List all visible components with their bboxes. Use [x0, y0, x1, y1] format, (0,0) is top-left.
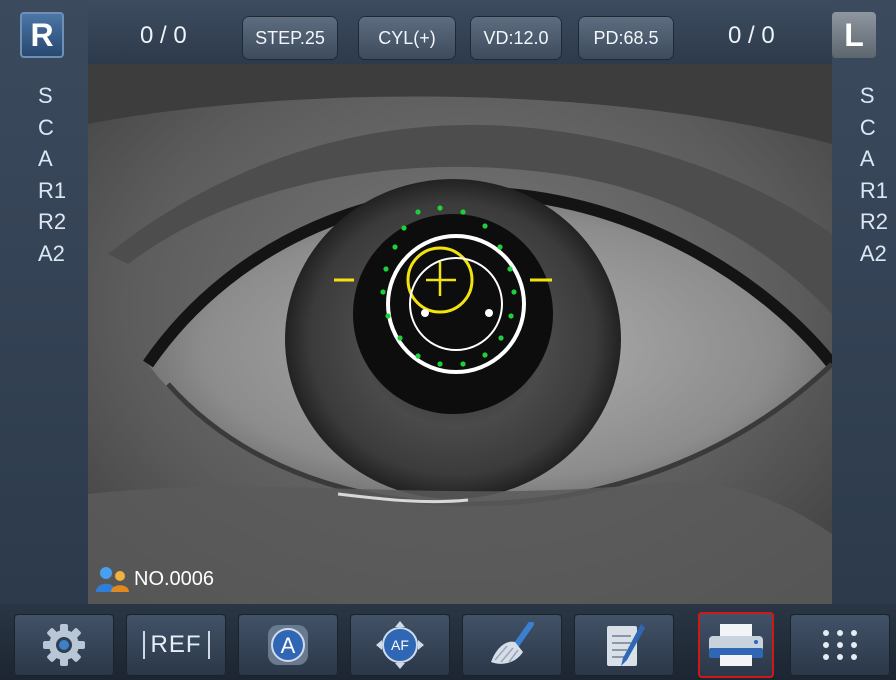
- printer-icon: [709, 624, 763, 666]
- left-eye-button[interactable]: L: [832, 12, 876, 58]
- auto-icon-letter: A: [281, 633, 296, 658]
- top-status-bar: 0 / 0 STEP.25 CYL(+) VD:12.0 PD:68.5 0 /…: [88, 0, 832, 64]
- settings-button[interactable]: [14, 614, 114, 676]
- gear-icon: [43, 624, 85, 666]
- param-r1: R1: [38, 177, 67, 203]
- param-r1: R1: [859, 177, 888, 203]
- menu-button[interactable]: [790, 614, 890, 676]
- param-c: C: [38, 114, 54, 140]
- param-a2: A2: [859, 240, 887, 266]
- cyl-button[interactable]: CYL(+): [358, 16, 456, 60]
- param-c: C: [859, 114, 876, 140]
- pd-button[interactable]: PD:68.5: [578, 16, 674, 60]
- step-button[interactable]: STEP.25: [242, 16, 338, 60]
- grid-dots-icon: [823, 630, 857, 660]
- af-button[interactable]: AF: [350, 614, 450, 676]
- notepad-icon: [607, 624, 645, 666]
- brush-icon: [491, 622, 534, 664]
- vd-button[interactable]: VD:12.0: [470, 16, 562, 60]
- eye-camera-view[interactable]: NO.0006: [88, 64, 832, 604]
- auto-icon: A: [268, 625, 308, 665]
- print-button[interactable]: [698, 612, 774, 678]
- right-eye-button[interactable]: R: [20, 12, 64, 58]
- right-measure-count: 0 / 0: [140, 22, 187, 49]
- clear-button[interactable]: [462, 614, 562, 676]
- left-measure-count: 0 / 0: [728, 22, 775, 49]
- ref-button[interactable]: REF: [126, 614, 226, 676]
- right-eye-param-list: S C A R1 R2 A2: [38, 80, 66, 269]
- param-r2: R2: [38, 209, 67, 234]
- patient-id: NO.0006: [96, 566, 214, 592]
- autofocus-icon: AF: [376, 621, 424, 669]
- param-a2: A2: [38, 240, 65, 266]
- param-s: S: [859, 83, 875, 108]
- af-icon-label: AF: [391, 637, 409, 653]
- param-s: S: [38, 83, 53, 108]
- eye-image: [88, 64, 832, 604]
- patient-number: NO.0006: [134, 567, 215, 590]
- auto-button[interactable]: A: [238, 614, 338, 676]
- left-eye-param-list: S C A R1 R2 A2: [860, 80, 888, 269]
- patients-icon: [96, 567, 129, 592]
- right-eye-panel: R S C A R1 R2 A2: [0, 0, 88, 604]
- param-r2: R2: [859, 209, 888, 234]
- param-a: A: [859, 146, 875, 171]
- param-a: A: [38, 146, 53, 171]
- bottom-toolbar: REF A AF: [0, 604, 896, 680]
- ref-label: REF: [142, 631, 210, 659]
- notes-button[interactable]: [574, 614, 674, 676]
